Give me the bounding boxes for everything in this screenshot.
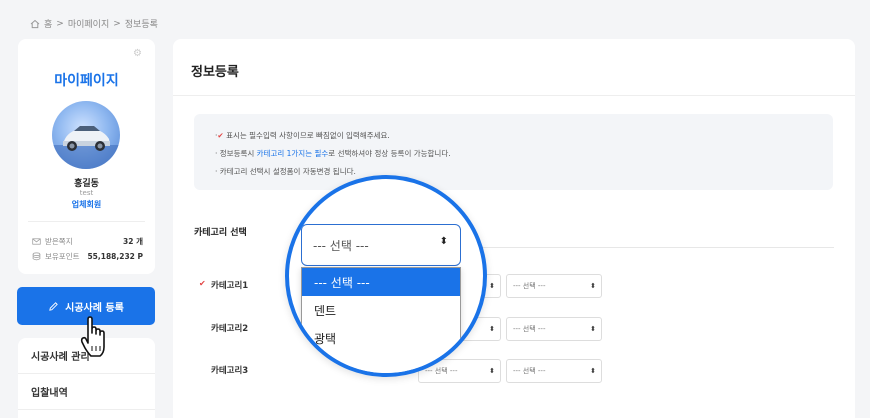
dropdown-list: --- 선택 --- 덴트 광택 코팅 휠 [301, 267, 461, 373]
profile-card: ⚙ 마이페이지 홍길동 test 업체회원 받은쪽지 32 개 보유포인트 55… [18, 39, 155, 274]
category3-label: 카테고리3 [211, 366, 249, 376]
section-title: 카테고리 선택 [194, 228, 247, 238]
notice-box: ·✔ 표시는 필수입력 사항이므로 빠짐없이 입력해주세요. · 정보등록시 카… [194, 114, 833, 190]
breadcrumb: 홈 > 마이페이지 > 정보등록 [30, 17, 158, 30]
points-label: 보유포인트 [45, 252, 80, 261]
messages-count: 32 개 [123, 237, 143, 246]
user-name: 홍길동 [74, 179, 99, 189]
messages-stat[interactable]: 받은쪽지 32 개 [32, 236, 143, 247]
category1-label: 카테고리1 [211, 281, 249, 291]
category2-label: 카테고리2 [211, 324, 249, 334]
select-arrow-icon: ⬍ [489, 325, 495, 333]
dropdown-option[interactable]: --- 선택 --- [302, 268, 460, 296]
dropdown-option[interactable]: 광택 [302, 324, 460, 352]
home-icon[interactable] [30, 19, 40, 29]
magnifier-callout: --- 선택 --- ⬍ --- 선택 --- 덴트 광택 코팅 휠 [285, 175, 487, 377]
gear-icon[interactable]: ⚙ [133, 49, 143, 59]
select-arrow-icon: ⬍ [489, 282, 495, 290]
notice-line: · 카테고리 선택시 설정폼이 자동변경 됩니다. [215, 167, 356, 176]
required-check-icon: ✔ [199, 279, 206, 288]
select-arrow-icon: ⬍ [590, 367, 596, 375]
breadcrumb-current: 정보등록 [124, 20, 158, 30]
category1-select-c[interactable]: --- 선택 --- ⬍ [506, 274, 602, 298]
menu-item-bid-history[interactable]: 입찰내역 [18, 374, 155, 410]
dropdown-option[interactable]: 덴트 [302, 296, 460, 324]
select-arrow-icon: ⬍ [439, 236, 448, 247]
main-panel: 정보등록 ·✔ 표시는 필수입력 사항이므로 빠짐없이 입력해주세요. · 정보… [173, 39, 855, 418]
avatar [52, 101, 120, 169]
select-arrow-icon: ⬍ [489, 367, 495, 375]
mypage-title: 마이페이지 [54, 73, 119, 89]
category1-select[interactable]: --- 선택 --- ⬍ [301, 224, 461, 266]
divider [28, 221, 145, 222]
page-title: 정보등록 [191, 65, 239, 80]
select-value: --- 선택 --- [313, 238, 369, 253]
notice-line: ·✔ 표시는 필수입력 사항이므로 빠짐없이 입력해주세요. [215, 131, 390, 140]
breadcrumb-home[interactable]: 홈 [44, 17, 52, 30]
database-icon [32, 252, 41, 261]
select-arrow-icon: ⬍ [590, 325, 596, 333]
register-case-label: 시공사례 등록 [65, 302, 124, 314]
notice-highlight: 카테고리 1가지는 필수 [256, 149, 329, 158]
member-type: 업체회원 [71, 200, 102, 209]
user-id: test [79, 189, 94, 197]
divider [173, 95, 855, 96]
breadcrumb-mypage[interactable]: 마이페이지 [68, 17, 109, 30]
points-value: 55,188,232 P [87, 252, 143, 261]
hand-cursor-icon [80, 316, 105, 357]
category2-select-c[interactable]: --- 선택 --- ⬍ [506, 317, 602, 341]
category3-select-c[interactable]: --- 선택 --- ⬍ [506, 359, 602, 383]
pencil-icon [49, 301, 58, 311]
points-stat[interactable]: 보유포인트 55,188,232 P [32, 251, 143, 262]
messages-label: 받은쪽지 [45, 237, 73, 246]
breadcrumb-separator: > [56, 18, 64, 29]
select-arrow-icon: ⬍ [590, 282, 596, 290]
mail-icon [32, 238, 41, 245]
notice-line: · 정보등록시 카테고리 1가지는 필수로 선택하셔야 정상 등록이 가능합니다… [215, 149, 451, 158]
breadcrumb-separator: > [113, 18, 121, 29]
